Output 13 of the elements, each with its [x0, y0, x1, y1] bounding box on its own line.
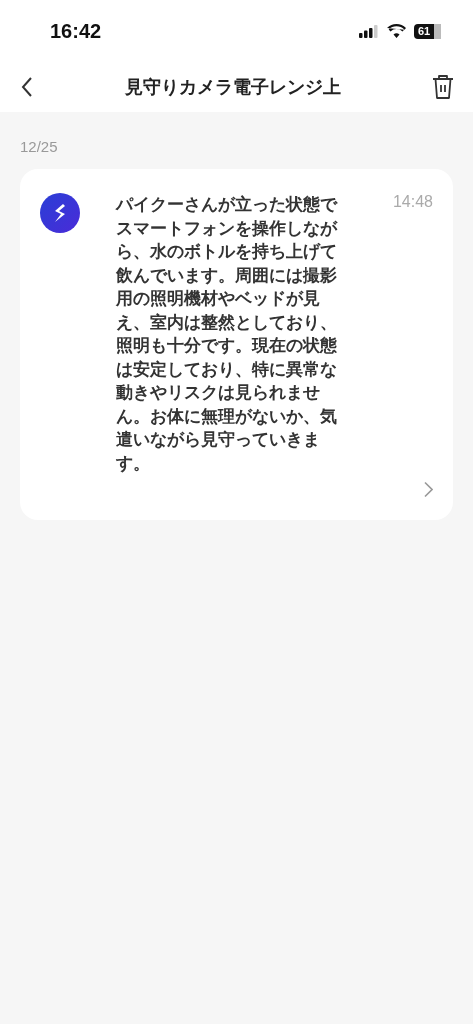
app-logo-icon — [40, 193, 80, 233]
status-time: 16:42 — [50, 19, 102, 43]
delete-button[interactable] — [431, 74, 455, 100]
message-time: 14:48 — [392, 193, 433, 212]
date-label: 12/25 — [20, 138, 58, 155]
signal-icon — [359, 24, 379, 38]
battery-icon: 61 — [414, 23, 441, 39]
wifi-icon — [387, 24, 406, 38]
chevron-right-icon — [423, 481, 433, 498]
page-title: 見守りカメラ電子レンジ上 — [124, 76, 341, 99]
back-button[interactable] — [20, 76, 34, 98]
message-text: パイクーさんが立った状態でスマートフォンを操作しながら、水のボトルを持ち上げて飲んでいます。周囲には撮影用の照明機材やベッドが見え、室内は整然としており、照明も十分です。現在の状態は安定しており、特に異常な動きやリスクは見られません。お体に無理がないか、気遣いながら見守っていきます。 — [116, 194, 339, 475]
message-card[interactable]: パイクーさんが立った状態でスマートフォンを操作しながら、水のボトルを持ち上げて飲んでいます。周囲には撮影用の照明機材やベッドが見え、室内は整然としており、照明も十分です。現在の状態は安定しており、特に異常な動きやリスクは見られません。お体に無理がないか、気遣いながら見守っていきます。 14:48 — [20, 169, 453, 520]
